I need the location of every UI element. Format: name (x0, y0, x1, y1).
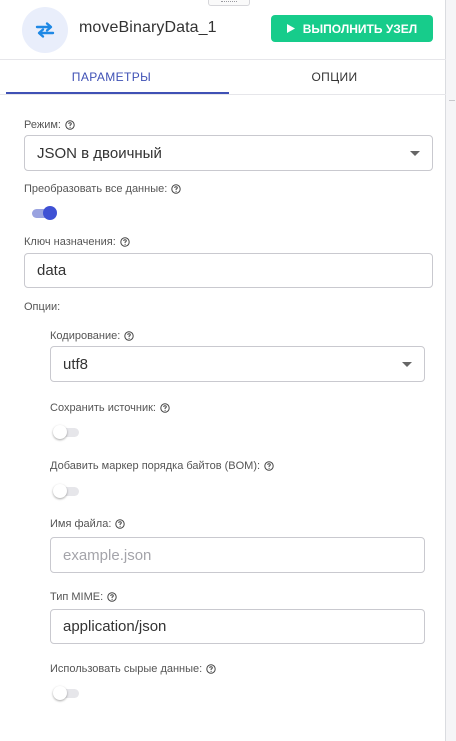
help-icon[interactable] (115, 519, 126, 529)
add-bom-label: Добавить маркер порядка байтов (BOM): (50, 460, 274, 472)
convert-all-toggle[interactable] (30, 206, 57, 220)
destination-key-input[interactable]: data (24, 253, 433, 288)
help-icon[interactable] (264, 461, 274, 471)
mime-type-label: Тип MIME: (50, 591, 117, 603)
keep-source-label: Сохранить источник: (50, 402, 170, 414)
execute-node-button[interactable]: ВЫПОЛНИТЬ УЗЕЛ (271, 15, 433, 42)
destination-key-label-text: Ключ назначения: (24, 236, 116, 248)
help-icon[interactable] (107, 592, 117, 602)
panel-tabs: ПАРАМЕТРЫ ОПЦИИ (0, 60, 446, 94)
mime-type-value: application/json (63, 618, 167, 635)
use-raw-data-label: Использовать сырые данные: (50, 663, 216, 675)
help-icon[interactable] (160, 403, 170, 413)
chevron-down-icon (402, 362, 412, 367)
file-name-label-text: Имя файла: (50, 518, 112, 530)
encoding-select-value: utf8 (63, 355, 89, 373)
keep-source-label-text: Сохранить источник: (50, 402, 156, 414)
canvas-edge-mark (449, 100, 455, 101)
options-label: Опции: (24, 301, 60, 313)
play-icon (286, 24, 295, 33)
mode-select[interactable]: JSON в двоичный (24, 135, 433, 171)
encoding-select[interactable]: utf8 (50, 346, 425, 382)
mode-label-text: Режим: (24, 119, 61, 131)
use-raw-data-toggle[interactable] (53, 686, 79, 700)
add-bom-toggle[interactable] (53, 484, 79, 498)
file-name-input[interactable]: example.json (50, 537, 425, 573)
node-title[interactable]: moveBinaryData_1 (79, 19, 217, 37)
destination-key-label: Ключ назначения: (24, 236, 130, 248)
add-bom-label-text: Добавить маркер порядка байтов (BOM): (50, 460, 261, 472)
convert-all-label-text: Преобразовать все данные: (24, 183, 168, 195)
tabs-divider (0, 94, 446, 95)
help-icon[interactable] (124, 331, 135, 341)
mode-select-value: JSON в двоичный (37, 144, 162, 162)
use-raw-data-label-text: Использовать сырые данные: (50, 663, 203, 675)
tab-parameters[interactable]: ПАРАМЕТРЫ (0, 60, 223, 94)
execute-node-label: ВЫПОЛНИТЬ УЗЕЛ (302, 21, 418, 36)
keep-source-toggle[interactable] (53, 425, 79, 439)
destination-key-value: data (37, 262, 67, 279)
tab-options[interactable]: ОПЦИИ (223, 60, 446, 94)
node-parameters-panel: moveBinaryData_1 ВЫПОЛНИТЬ УЗЕЛ ПАРАМЕТР… (0, 0, 446, 741)
file-name-placeholder: example.json (63, 546, 152, 564)
encoding-label-text: Кодирование: (50, 330, 121, 342)
file-name-label: Имя файла: (50, 518, 126, 530)
mime-type-label-text: Тип MIME: (50, 591, 104, 603)
encoding-label: Кодирование: (50, 330, 135, 342)
help-icon[interactable] (65, 120, 75, 130)
convert-all-label: Преобразовать все данные: (24, 183, 181, 195)
mime-type-input[interactable]: application/json (50, 609, 425, 644)
help-icon[interactable] (120, 237, 130, 247)
panel-header: moveBinaryData_1 ВЫПОЛНИТЬ УЗЕЛ (0, 0, 446, 59)
help-icon[interactable] (171, 184, 181, 194)
swap-arrows-icon (22, 7, 68, 53)
help-icon[interactable] (206, 664, 216, 674)
canvas-edge (446, 0, 456, 741)
mode-label: Режим: (24, 119, 75, 131)
chevron-down-icon (410, 151, 420, 156)
options-label-text: Опции: (24, 301, 61, 313)
